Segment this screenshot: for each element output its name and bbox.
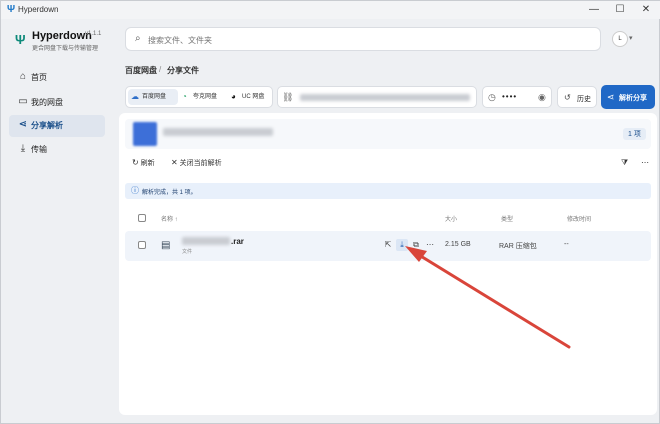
column-header-modified[interactable]: 修改时间 bbox=[567, 214, 591, 223]
close-parse-button[interactable]: ✕ 关闭当前解析 bbox=[171, 158, 222, 168]
chevron-down-icon[interactable]: ▾ bbox=[629, 34, 633, 42]
search-input[interactable]: ⌕ 搜索文件、文件夹 bbox=[125, 27, 601, 51]
provider-switch: ☁ 百度网盘 ◔ 夸克网盘 ◕ UC 网盘 bbox=[125, 86, 273, 108]
baidu-cloud-icon: ☁ bbox=[131, 92, 139, 101]
row-checkbox[interactable] bbox=[138, 241, 146, 249]
link-icon: ⛓ bbox=[282, 92, 294, 102]
app-window: Ψ Hyperdown — ☐ ✕ Ψ Hyperdown v1.1.1 更合网… bbox=[0, 0, 660, 424]
parse-share-label: 解析分享 bbox=[619, 95, 647, 102]
refresh-icon: ↻ bbox=[132, 158, 139, 167]
breadcrumb-root[interactable]: 百度网盘 bbox=[125, 65, 157, 76]
more-icon: ⋯ bbox=[641, 158, 649, 167]
share-url-input[interactable]: ⛓ bbox=[277, 86, 477, 108]
provider-label: 百度网盘 bbox=[142, 94, 167, 100]
brand-name: Hyperdown bbox=[32, 30, 92, 42]
info-message: 解析完成，共 1 项。 bbox=[142, 190, 197, 196]
brand-version: v1.1.1 bbox=[85, 31, 102, 37]
file-modified: -- bbox=[564, 241, 569, 248]
breadcrumb-current: 分享文件 bbox=[167, 66, 199, 75]
home-icon: ⌂ bbox=[19, 71, 27, 82]
eye-icon[interactable]: ◉ bbox=[538, 91, 546, 103]
sidebar-item-label: 传输 bbox=[31, 145, 47, 154]
sidebar-item-my-drive[interactable]: ▭ 我的网盘 bbox=[9, 92, 105, 114]
share-header bbox=[125, 119, 651, 149]
uc-icon: ◕ bbox=[231, 92, 236, 101]
share-title-redacted bbox=[163, 128, 273, 136]
archive-icon: ▤ bbox=[161, 240, 171, 251]
file-name-redacted bbox=[182, 237, 230, 245]
folder-icon: ▭ bbox=[18, 96, 28, 107]
file-size: 2.15 GB bbox=[445, 241, 471, 248]
open-external-icon[interactable]: ⇱ bbox=[382, 239, 394, 251]
brand-logo-icon: Ψ bbox=[15, 32, 26, 47]
sidebar-item-label: 分享解析 bbox=[31, 121, 63, 130]
close-parse-label: 关闭当前解析 bbox=[179, 160, 222, 167]
breadcrumb-separator: / bbox=[159, 65, 162, 74]
column-header-type[interactable]: 类型 bbox=[501, 214, 513, 223]
select-all-checkbox[interactable] bbox=[138, 214, 146, 222]
filter-button[interactable]: ⧩ bbox=[621, 158, 628, 168]
search-placeholder: 搜索文件、文件夹 bbox=[148, 36, 212, 45]
sidebar-item-share-parse[interactable]: ⋖ 分享解析 bbox=[9, 115, 105, 137]
share-url-redacted bbox=[300, 94, 470, 101]
file-name-suffix[interactable]: .rar bbox=[231, 237, 244, 246]
lock-icon: ◷ bbox=[488, 92, 496, 102]
copy-icon[interactable]: ⧉ bbox=[410, 239, 422, 251]
provider-baidu[interactable]: ☁ 百度网盘 bbox=[128, 89, 178, 105]
title-bar: Ψ Hyperdown — ☐ ✕ bbox=[1, 1, 660, 19]
download-icon[interactable]: ⤓ bbox=[396, 239, 408, 251]
close-window-button[interactable]: ✕ bbox=[633, 2, 659, 18]
provider-label: UC 网盘 bbox=[242, 94, 265, 100]
maximize-button[interactable]: ☐ bbox=[607, 2, 633, 18]
item-count-badge: 1 项 bbox=[623, 128, 646, 140]
brand-subtitle: 更合网盘下载与传输管理 bbox=[32, 46, 99, 52]
download-icon: ⤓ bbox=[20, 143, 26, 154]
search-icon: ⌕ bbox=[135, 33, 141, 44]
refresh-label: 刷新 bbox=[140, 160, 155, 167]
share-avatar-redacted bbox=[133, 122, 157, 146]
share-icon: ⋖ bbox=[607, 92, 615, 102]
file-type: RAR 压缩包 bbox=[499, 243, 537, 250]
parse-share-button[interactable]: ⋖ 解析分享 bbox=[601, 85, 655, 109]
filter-icon: ⧩ bbox=[621, 158, 629, 167]
sidebar-item-label: 首页 bbox=[31, 73, 47, 82]
close-icon: ✕ bbox=[171, 158, 178, 167]
more-actions-icon[interactable]: ⋯ bbox=[424, 239, 436, 251]
share-password-input[interactable]: ◷ •••• ◉ bbox=[482, 86, 552, 108]
provider-label: 夸克网盘 bbox=[193, 94, 218, 100]
minimize-button[interactable]: — bbox=[581, 2, 607, 18]
provider-quark[interactable]: ◔ 夸克网盘 bbox=[179, 89, 227, 105]
app-logo-icon: Ψ bbox=[6, 4, 16, 15]
file-kind: 文件 bbox=[182, 249, 193, 255]
quark-icon: ◔ bbox=[182, 92, 187, 101]
column-header-size[interactable]: 大小 bbox=[445, 214, 457, 223]
info-icon: ⓘ bbox=[131, 186, 139, 195]
avatar[interactable]: L bbox=[612, 31, 628, 47]
window-title: Hyperdown bbox=[18, 5, 59, 14]
password-value: •••• bbox=[502, 92, 518, 101]
sidebar-item-transfer[interactable]: ⤓ 传输 bbox=[9, 139, 105, 161]
sidebar-item-home[interactable]: ⌂ 首页 bbox=[9, 67, 105, 89]
history-button[interactable]: ↺ 历史 bbox=[557, 86, 597, 108]
provider-uc[interactable]: ◕ UC 网盘 bbox=[228, 89, 272, 105]
info-banner: ⓘ 解析完成，共 1 项。 bbox=[125, 183, 651, 199]
share-icon: ⋖ bbox=[18, 119, 28, 130]
history-label: 历史 bbox=[577, 96, 591, 103]
refresh-button[interactable]: ↻ 刷新 bbox=[132, 158, 155, 168]
more-button[interactable]: ⋯ bbox=[641, 158, 649, 167]
history-icon: ↺ bbox=[564, 93, 571, 102]
column-header-name[interactable]: 名称 ↑ bbox=[161, 214, 178, 223]
sidebar-item-label: 我的网盘 bbox=[31, 98, 63, 107]
